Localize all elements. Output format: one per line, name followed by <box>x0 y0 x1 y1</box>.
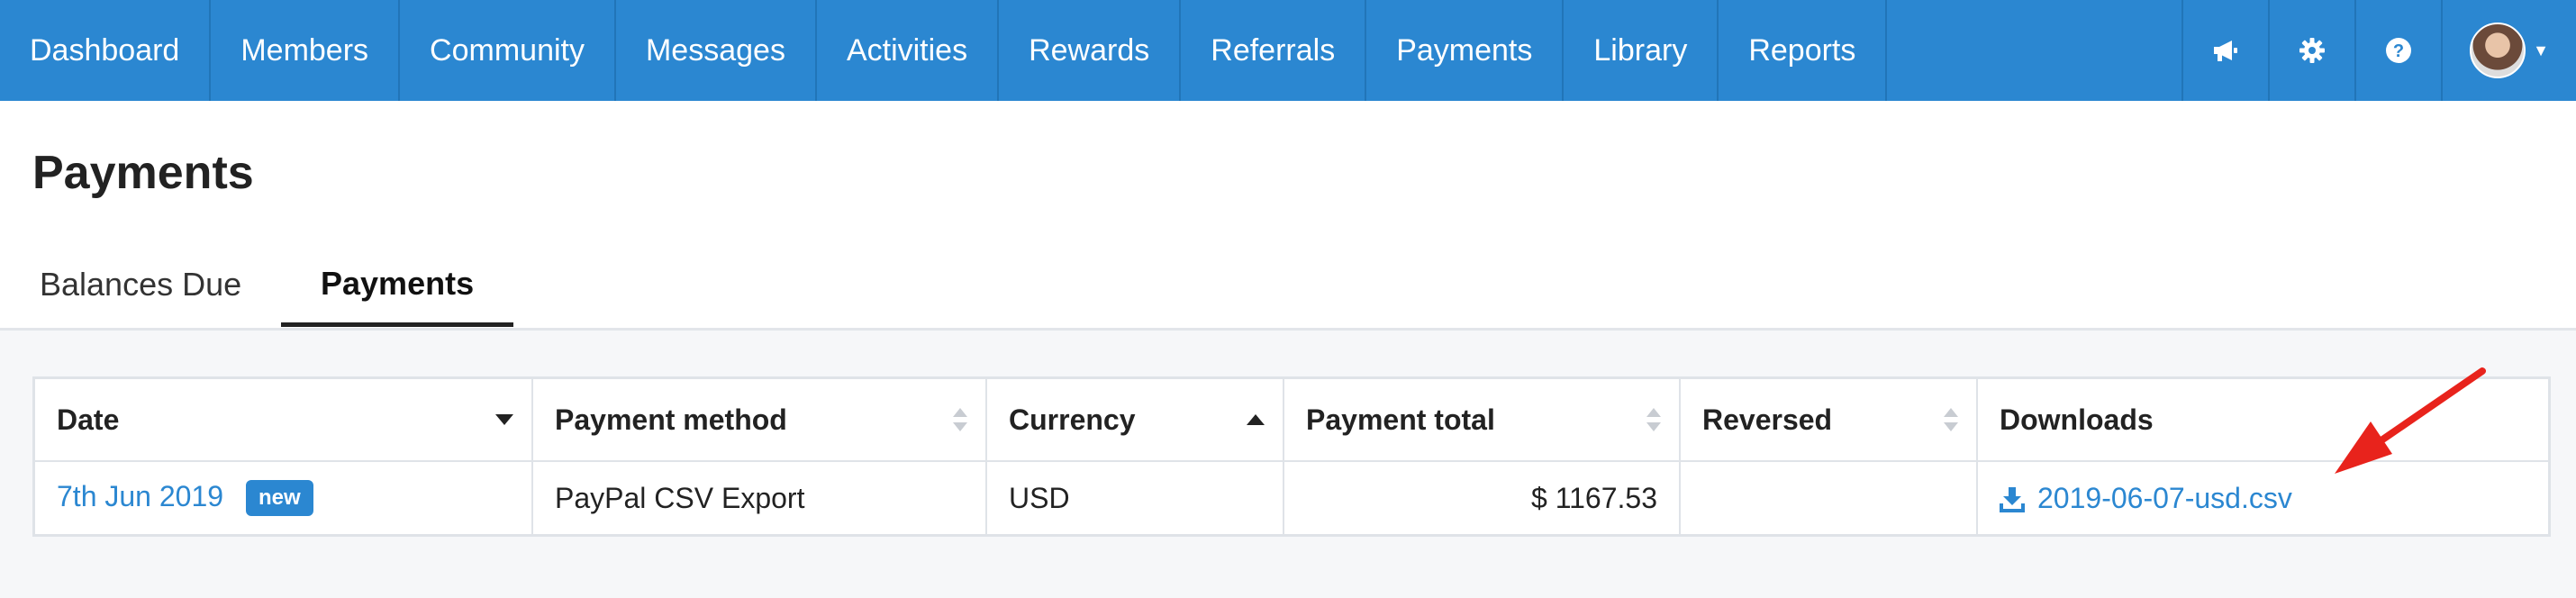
column-header-payment-method[interactable]: Payment method <box>532 379 987 462</box>
nav-item-referrals[interactable]: Referrals <box>1181 0 1367 101</box>
nav-item-rewards[interactable]: Rewards <box>999 0 1182 101</box>
download-icon <box>2000 487 2025 513</box>
table-row: 7th Jun 2019 new PayPal CSV Export USD $… <box>35 461 2548 534</box>
page-header: Payments Balances Due Payments <box>0 101 2576 331</box>
table-header-row: Date Payment method Currency Payment tot… <box>35 379 2548 462</box>
svg-text:?: ? <box>2393 41 2404 61</box>
column-label: Date <box>57 403 120 436</box>
column-label: Reversed <box>1702 403 1833 436</box>
currency-cell: USD <box>986 461 1284 534</box>
column-header-payment-total[interactable]: Payment total <box>1283 379 1681 462</box>
downloads-cell: 2019-06-07-usd.csv <box>1977 461 2548 534</box>
sort-ascending-icon <box>1247 414 1265 425</box>
date-cell: 7th Jun 2019 new <box>35 461 533 534</box>
nav-item-activities[interactable]: Activities <box>817 0 1000 101</box>
payment-method-cell: PayPal CSV Export <box>532 461 987 534</box>
download-csv-link[interactable]: 2019-06-07-usd.csv <box>2000 482 2292 514</box>
nav-item-payments[interactable]: Payments <box>1366 0 1565 101</box>
download-filename: 2019-06-07-usd.csv <box>2037 481 2292 514</box>
tab-payments[interactable]: Payments <box>281 245 514 327</box>
page-title: Payments <box>32 147 254 199</box>
payment-date-link[interactable]: 7th Jun 2019 <box>57 480 223 512</box>
column-label: Payment method <box>555 403 787 436</box>
column-header-currency[interactable]: Currency <box>986 379 1284 462</box>
help-button[interactable]: ? <box>2354 0 2441 101</box>
sort-icon <box>1646 408 1661 431</box>
nav-item-dashboard[interactable]: Dashboard <box>0 0 212 101</box>
sort-descending-icon <box>495 414 513 425</box>
column-label: Downloads <box>2000 403 2154 436</box>
settings-button[interactable] <box>2268 0 2354 101</box>
nav-item-reports[interactable]: Reports <box>1719 0 1888 101</box>
column-header-reversed[interactable]: Reversed <box>1680 379 1978 462</box>
column-label: Payment total <box>1306 403 1495 436</box>
column-header-date[interactable]: Date <box>35 379 533 462</box>
tab-balances-due[interactable]: Balances Due <box>40 245 241 324</box>
reversed-cell <box>1680 461 1978 534</box>
sort-icon <box>953 408 967 431</box>
help-icon: ? <box>2386 38 2411 63</box>
top-navigation: Dashboard Members Community Messages Act… <box>0 0 2576 101</box>
chevron-down-icon: ▼ <box>2533 41 2549 59</box>
nav-item-community[interactable]: Community <box>400 0 616 101</box>
nav-item-library[interactable]: Library <box>1564 0 1719 101</box>
megaphone-icon <box>2214 41 2237 61</box>
nav-item-messages[interactable]: Messages <box>616 0 817 101</box>
payment-total-cell: $ 1167.53 <box>1283 461 1681 534</box>
column-header-downloads: Downloads <box>1977 379 2548 462</box>
announcements-button[interactable] <box>2181 0 2268 101</box>
sort-icon <box>1944 408 1958 431</box>
gear-icon <box>2299 38 2325 63</box>
nav-item-members[interactable]: Members <box>211 0 401 101</box>
column-label: Currency <box>1009 403 1136 436</box>
payments-table: Date Payment method Currency Payment tot… <box>32 376 2551 537</box>
user-menu[interactable]: ▼ <box>2441 0 2576 101</box>
new-badge: new <box>245 480 313 517</box>
avatar <box>2470 23 2526 78</box>
